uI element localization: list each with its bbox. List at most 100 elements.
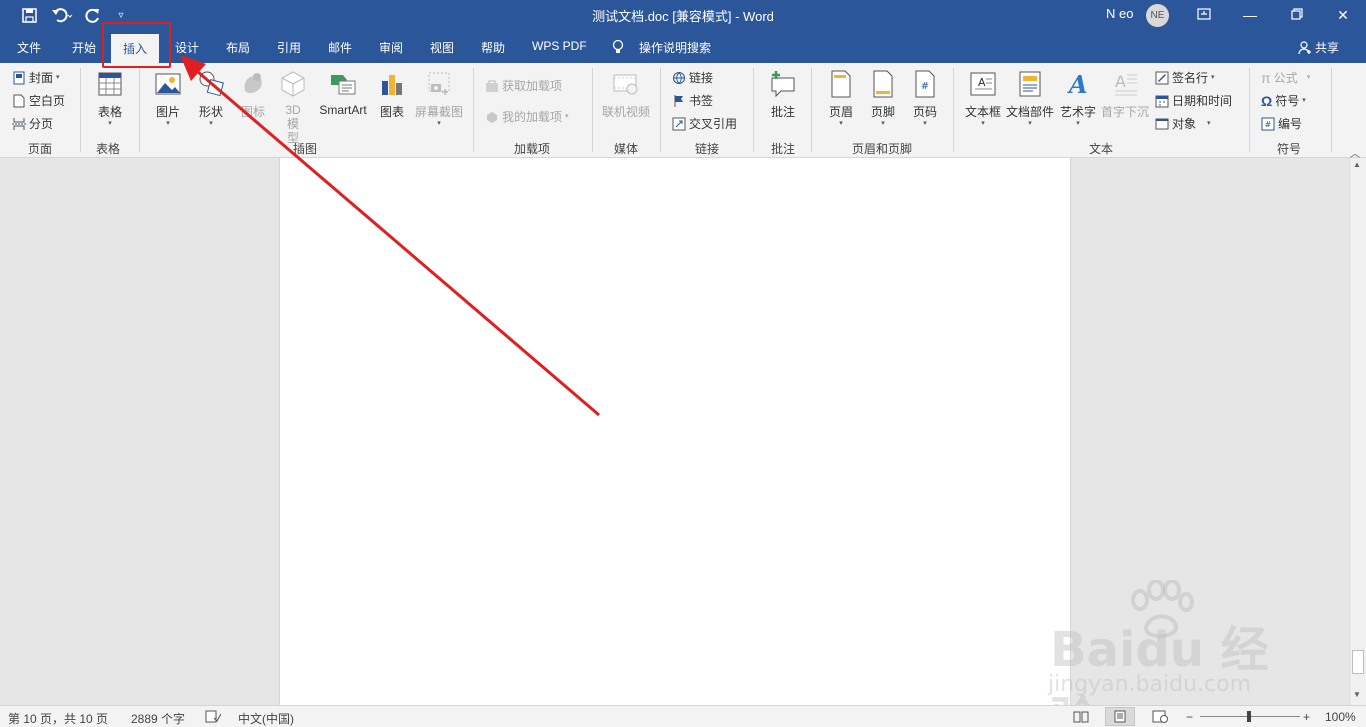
- group-divider: [1331, 68, 1332, 152]
- number-button[interactable]: # 编号: [1261, 115, 1302, 132]
- table-icon: [98, 72, 122, 96]
- drop-cap-button[interactable]: A 首字下沉: [1100, 69, 1150, 120]
- scroll-thumb[interactable]: [1352, 650, 1364, 674]
- new-comment-button[interactable]: 批注: [766, 69, 800, 120]
- number-label: 编号: [1278, 117, 1303, 131]
- header-button[interactable]: 页眉 ▾: [826, 69, 856, 128]
- tab-layout[interactable]: 布局: [226, 39, 250, 56]
- page-number-button[interactable]: # 页码 ▾: [910, 69, 940, 128]
- equation-button[interactable]: π 公式 ▾: [1261, 69, 1310, 86]
- shapes-icon: [199, 71, 224, 97]
- symbol-button[interactable]: Ω 符号 ▾: [1261, 92, 1306, 109]
- tab-view[interactable]: 视图: [430, 39, 454, 56]
- svg-text:A: A: [1115, 72, 1126, 91]
- icons-button[interactable]: 图标: [236, 69, 270, 120]
- shapes-button[interactable]: 形状 ▾: [194, 69, 228, 128]
- drop-cap-label: 首字下沉: [1100, 105, 1149, 119]
- zoom-level[interactable]: 100%: [1325, 710, 1356, 724]
- omega-icon: Ω: [1261, 92, 1273, 109]
- screenshot-button[interactable]: 屏幕截图 ▾: [412, 69, 466, 128]
- read-mode-icon[interactable]: [1073, 710, 1089, 726]
- wordart-label: 艺术字: [1059, 105, 1096, 119]
- svg-text:A: A: [1067, 70, 1088, 99]
- ribbon-display-icon[interactable]: [1192, 5, 1216, 25]
- tab-home[interactable]: 开始: [72, 39, 96, 56]
- tab-mailings[interactable]: 邮件: [328, 39, 352, 56]
- get-addins-label: 获取加载项: [502, 79, 563, 93]
- cover-page-icon: [13, 71, 25, 84]
- 3d-models-button[interactable]: 3D 模型: [276, 69, 310, 145]
- web-layout-icon[interactable]: [1152, 710, 1168, 726]
- zoom-in-button[interactable]: +: [1303, 710, 1310, 724]
- group-label-pages: 页面: [28, 142, 53, 156]
- ribbon: 封面 ▾ 空白页 分页 页面 表格 ▾ 表格 图片 ▾ 形状 ▾ 图标 3D 模型…: [0, 63, 1366, 160]
- zoom-out-button[interactable]: −: [1186, 710, 1193, 724]
- wordart-button[interactable]: A 艺术字 ▾: [1058, 69, 1098, 128]
- avatar[interactable]: NE: [1146, 4, 1169, 27]
- object-label: 对象: [1172, 117, 1197, 131]
- get-addins-button[interactable]: 获取加载项: [485, 77, 562, 94]
- language[interactable]: 中文(中国): [238, 710, 294, 727]
- zoom-slider-thumb[interactable]: [1247, 711, 1251, 722]
- signature-icon: [1155, 71, 1169, 84]
- tell-me-search[interactable]: 操作说明搜索: [639, 39, 711, 56]
- group-label-links: 链接: [695, 142, 720, 156]
- page-break-icon: [12, 117, 26, 130]
- vertical-scrollbar[interactable]: ▲ ▼: [1349, 158, 1366, 705]
- signature-line-button[interactable]: 签名行 ▾: [1155, 69, 1215, 86]
- cross-reference-button[interactable]: 交叉引用: [672, 115, 737, 132]
- tab-references[interactable]: 引用: [277, 39, 301, 56]
- quick-parts-icon: [1019, 71, 1041, 97]
- tab-help[interactable]: 帮助: [481, 39, 505, 56]
- tab-wps-pdf[interactable]: WPS PDF: [532, 39, 587, 53]
- chart-button[interactable]: 图表: [376, 69, 408, 120]
- quick-parts-button[interactable]: 文档部件 ▾: [1005, 69, 1055, 128]
- proofing-icon[interactable]: [205, 710, 222, 726]
- link-icon: [673, 71, 685, 84]
- my-addins-button[interactable]: 我的加载项 ▾: [485, 108, 569, 125]
- share-button[interactable]: 共享: [1298, 39, 1339, 56]
- object-button[interactable]: 对象 ▾: [1155, 115, 1211, 132]
- svg-text:#: #: [1265, 120, 1272, 129]
- 3d-models-label: 3D 模型: [285, 103, 301, 145]
- table-button[interactable]: 表格 ▾: [92, 69, 128, 128]
- footer-button[interactable]: 页脚 ▾: [868, 69, 898, 128]
- cover-page-button[interactable]: 封面 ▾: [12, 69, 60, 86]
- date-time-button[interactable]: 日期和时间: [1155, 92, 1232, 109]
- scroll-down-icon[interactable]: ▼: [1353, 690, 1361, 699]
- picture-button[interactable]: 图片 ▾: [151, 69, 185, 128]
- user-name[interactable]: N eo: [1106, 6, 1133, 21]
- group-label-header-footer: 页眉和页脚: [852, 142, 913, 156]
- page-count[interactable]: 第 10 页，共 10 页: [8, 710, 108, 727]
- bookmark-label: 书签: [689, 94, 714, 108]
- blank-page-button[interactable]: 空白页: [12, 92, 65, 109]
- bookmark-button[interactable]: 书签: [672, 92, 713, 109]
- group-label-comments: 批注: [771, 142, 796, 156]
- tab-review[interactable]: 审阅: [379, 39, 403, 56]
- print-layout-icon[interactable]: [1105, 707, 1135, 726]
- addins-icon: [487, 111, 497, 123]
- close-icon[interactable]: ✕: [1331, 5, 1355, 25]
- document-page[interactable]: [279, 158, 1071, 705]
- group-divider: [473, 68, 474, 152]
- restore-icon[interactable]: [1285, 5, 1309, 25]
- icons-icon: [244, 73, 262, 94]
- smartart-button[interactable]: SmartArt: [316, 69, 370, 117]
- title-bar: ▿ 测试文档.doc [兼容模式] - Word N eo NE — ✕: [0, 0, 1366, 31]
- online-video-button[interactable]: 联机视频: [600, 69, 652, 120]
- minimize-icon[interactable]: —: [1238, 5, 1262, 25]
- link-button[interactable]: 链接: [672, 69, 713, 86]
- cube-icon: [281, 71, 305, 97]
- textbox-button[interactable]: A 文本框 ▾: [962, 69, 1004, 128]
- tab-design[interactable]: 设计: [175, 39, 199, 56]
- equation-label: 公式: [1273, 71, 1298, 85]
- wordart-icon: A: [1067, 70, 1088, 99]
- page-break-button[interactable]: 分页: [12, 115, 53, 132]
- word-count[interactable]: 2889 个字: [131, 710, 185, 727]
- quick-parts-label: 文档部件: [1005, 105, 1054, 119]
- blank-page-label: 空白页: [29, 94, 66, 108]
- tab-file[interactable]: 文件: [17, 39, 41, 56]
- status-bar: 第 10 页，共 10 页 2889 个字 中文(中国) − + 100%: [0, 705, 1366, 727]
- scroll-up-icon[interactable]: ▲: [1353, 160, 1361, 169]
- object-icon: [1155, 118, 1169, 129]
